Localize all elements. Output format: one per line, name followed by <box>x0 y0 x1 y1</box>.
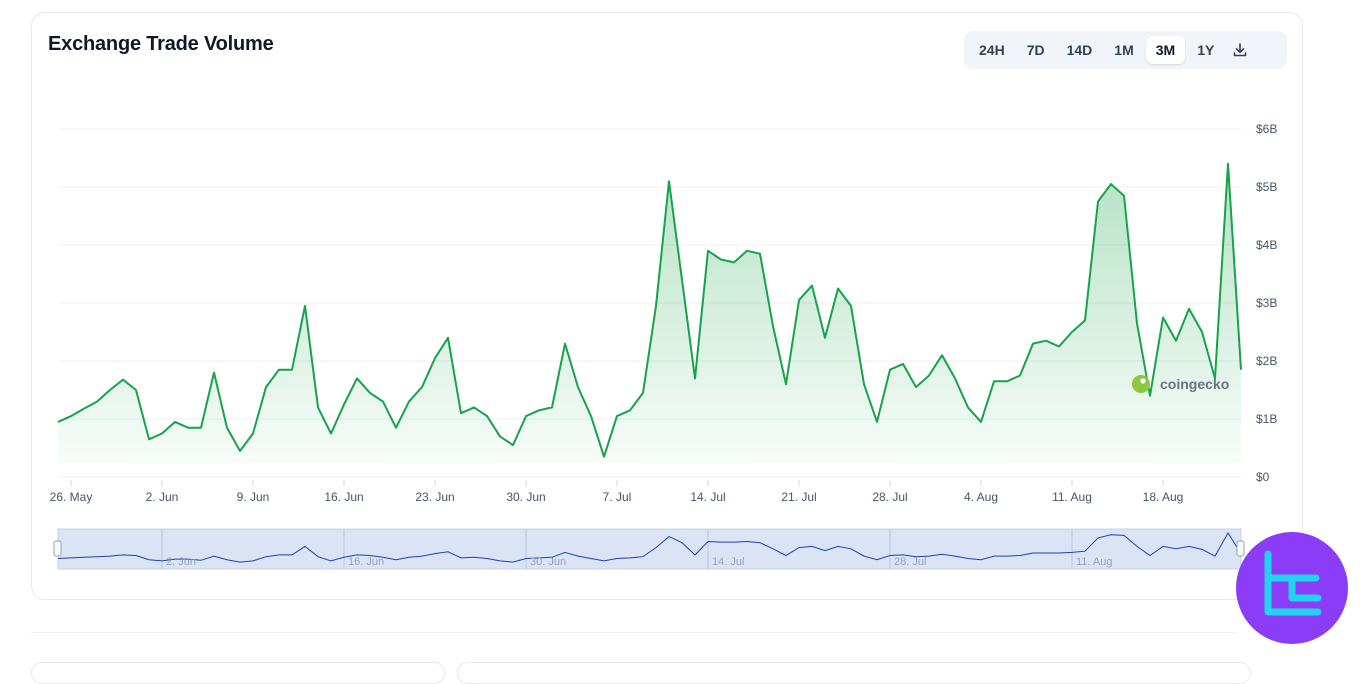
x-axis: 26. May 2. Jun 9. Jun 16. Jun 23. Jun 30. Jun… <box>50 480 1184 504</box>
x-tick-label: 11. Aug <box>1052 490 1092 504</box>
bottom-card-left <box>31 662 445 684</box>
x-tick-label: 7. Jul <box>603 490 632 504</box>
bottom-card-right <box>457 662 1251 684</box>
x-tick-label: 16. Jun <box>324 490 363 504</box>
x-tick-label: 28. Jul <box>872 490 907 504</box>
coingecko-gecko-icon <box>1132 375 1150 393</box>
coingecko-watermark: coingecko <box>1132 375 1229 393</box>
y-tick-label: $2B <box>1256 354 1277 368</box>
navigator-tick-label: 2. Jun <box>166 556 196 568</box>
volume-area <box>58 163 1241 464</box>
x-tick-label: 18. Aug <box>1143 490 1184 504</box>
x-tick-label: 26. May <box>50 490 93 504</box>
coingecko-wordmark: coingecko <box>1160 376 1229 392</box>
navigator-tick-label: 30. Jun <box>530 556 566 568</box>
x-tick-label: 14. Jul <box>690 490 725 504</box>
y-tick-label: $3B <box>1256 296 1277 310</box>
series-area <box>58 163 1241 464</box>
x-tick-label: 2. Jun <box>146 490 179 504</box>
x-tick-label: 21. Jul <box>781 490 816 504</box>
brand-logo <box>1236 532 1348 644</box>
exchange-volume-chart: $0 $1B $2B $3B $4B $5B $6B 26. May 2. Jun 9. Jun… <box>50 122 1277 570</box>
navigator-tick-label: 11. Aug <box>1076 556 1113 568</box>
navigator-tick-label: 28. Jul <box>894 556 926 568</box>
x-tick-label: 4. Aug <box>964 490 998 504</box>
navigator-tick-label: 14. Jul <box>712 556 744 568</box>
coingecko-gecko-eye <box>1140 378 1146 384</box>
section-divider <box>31 632 1236 633</box>
tl-logo-icon <box>1264 550 1322 616</box>
x-tick-label: 30. Jun <box>506 490 545 504</box>
x-tick-label: 23. Jun <box>415 490 454 504</box>
navigator-left-handle[interactable] <box>53 540 62 557</box>
y-axis: $0 $1B $2B $3B $4B $5B $6B <box>1256 122 1277 484</box>
y-tick-label: $4B <box>1256 238 1277 252</box>
x-tick-label: 9. Jun <box>237 490 270 504</box>
navigator-window[interactable] <box>57 528 1242 570</box>
y-tick-label: $1B <box>1256 412 1277 426</box>
y-tick-label: $6B <box>1256 122 1277 136</box>
y-tick-label: $5B <box>1256 180 1277 194</box>
y-tick-label: $0 <box>1256 470 1270 484</box>
navigator-tick-label: 16. Jun <box>348 556 384 568</box>
range-navigator[interactable]: 2. Jun 16. Jun 30. Jun 14. Jul 28. Jul 11. Au… <box>53 528 1245 570</box>
